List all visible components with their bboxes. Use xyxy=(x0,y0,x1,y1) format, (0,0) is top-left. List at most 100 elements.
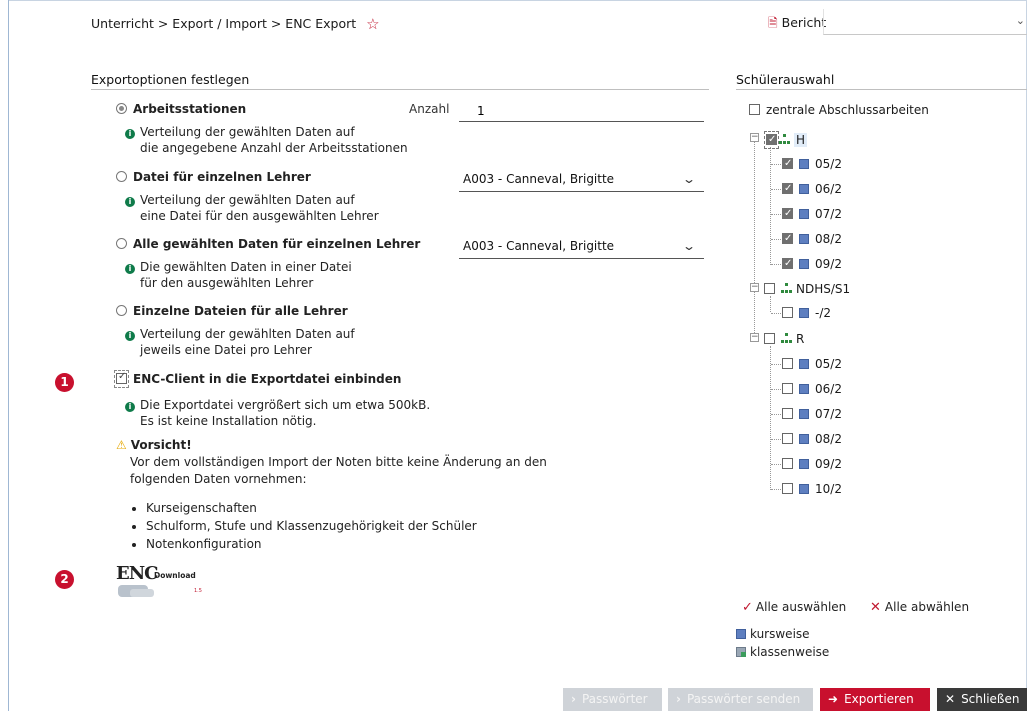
tree-class-row[interactable]: 10/2 xyxy=(782,481,842,497)
class-icon xyxy=(799,484,809,494)
info-icon: i xyxy=(125,129,135,139)
warning-line: folgenden Daten vornehmen: xyxy=(130,472,307,486)
tree-connector xyxy=(771,464,781,465)
chevron-down-icon: ⌄ xyxy=(1015,14,1025,27)
report-label: Bericht xyxy=(781,15,827,30)
report-select[interactable]: ⌄ xyxy=(823,9,1027,35)
collapse-icon[interactable]: − xyxy=(750,283,759,292)
class-checkbox[interactable] xyxy=(782,156,793,172)
info-arbeitsstationen: i Verteilung der gewählten Daten auf die … xyxy=(125,124,408,156)
class-checkbox[interactable] xyxy=(782,256,793,272)
collapse-icon[interactable]: − xyxy=(750,333,759,342)
class-group-icon xyxy=(736,647,746,657)
teacher-select-value: A003 - Canneval, Brigitte xyxy=(463,239,615,253)
zentrale-checkbox[interactable] xyxy=(749,104,760,115)
tree-class-row[interactable]: 08/2 xyxy=(782,431,842,447)
breadcrumb-text[interactable]: Unterricht > Export / Import > ENC Expor… xyxy=(91,16,356,31)
tree-connector xyxy=(771,214,781,215)
zentrale-abschlussarbeiten[interactable]: zentrale Abschlussarbeiten xyxy=(749,102,929,118)
tree-class-row[interactable]: 05/2 xyxy=(782,156,842,172)
class-label: 07/2 xyxy=(815,207,842,221)
option-einzelne-dateien[interactable]: Einzelne Dateien für alle Lehrer xyxy=(116,304,348,318)
button-label: Passwörter senden xyxy=(686,692,801,706)
class-checkbox[interactable] xyxy=(782,206,793,222)
tree-class-row[interactable]: 09/2 xyxy=(782,256,842,272)
class-checkbox[interactable] xyxy=(782,433,793,444)
class-icon xyxy=(799,234,809,244)
tree-group-h[interactable]: H xyxy=(764,131,808,149)
class-checkbox[interactable] xyxy=(782,458,793,469)
group-checkbox[interactable] xyxy=(766,132,777,148)
group-label: H xyxy=(794,133,808,147)
group-checkbox[interactable] xyxy=(764,333,775,344)
enc-client-label: ENC-Client in die Exportdatei einbinden xyxy=(133,372,402,386)
enc-download-logo[interactable]: ENC Download 1.5 xyxy=(116,563,211,605)
group-tree-icon xyxy=(781,283,793,294)
radio-einzelne-dateien[interactable] xyxy=(116,305,127,316)
class-checkbox[interactable] xyxy=(782,408,793,419)
info-datei-lehrer: i Verteilung der gewählten Daten auf eine… xyxy=(125,192,379,224)
class-checkbox[interactable] xyxy=(782,358,793,369)
enc-client-option[interactable]: ENC-Client in die Exportdatei einbinden xyxy=(114,370,401,388)
tree-class-row[interactable]: 08/2 xyxy=(782,231,842,247)
chevron-down-icon: ⌄ xyxy=(681,172,697,186)
deselect-all-link[interactable]: ✕ Alle abwählen xyxy=(870,600,969,615)
tree-class-row[interactable]: 05/2 xyxy=(782,356,842,372)
info-enc-client: i Die Exportdatei vergrößert sich um etwa… xyxy=(125,397,430,429)
radio-alle-daten-lehrer[interactable] xyxy=(116,238,127,249)
class-checkbox[interactable] xyxy=(782,181,793,197)
info-line: Die gewählten Daten in einer Datei xyxy=(140,260,352,274)
class-checkbox[interactable] xyxy=(782,307,793,318)
export-button[interactable]: ➜ Exportieren xyxy=(820,688,930,711)
tree-class-row[interactable]: 06/2 xyxy=(782,181,842,197)
anzahl-input[interactable] xyxy=(459,100,704,122)
student-section-title: Schülerauswahl xyxy=(736,72,835,87)
teacher-select-1[interactable]: A003 - Canneval, Brigitte ⌄ xyxy=(459,170,704,192)
option-datei-lehrer[interactable]: Datei für einzelnen Lehrer xyxy=(116,170,311,184)
option-label: Arbeitsstationen xyxy=(133,102,247,116)
tree-connector xyxy=(771,364,781,365)
class-label: 09/2 xyxy=(815,457,842,471)
teacher-select-2[interactable]: A003 - Canneval, Brigitte ⌄ xyxy=(459,237,704,259)
deselect-all-label: Alle abwählen xyxy=(884,600,970,614)
class-checkbox[interactable] xyxy=(782,483,793,494)
enc-client-checkbox[interactable] xyxy=(116,371,127,384)
tree-class-row[interactable]: 09/2 xyxy=(782,456,842,472)
info-line: Verteilung der gewählten Daten auf xyxy=(140,125,355,139)
info-icon: i xyxy=(125,264,135,274)
tree-class-row[interactable]: 07/2 xyxy=(782,406,842,422)
group-tree-icon xyxy=(781,333,793,344)
group-checkbox[interactable] xyxy=(764,283,775,294)
radio-datei-lehrer[interactable] xyxy=(116,171,127,182)
breadcrumb: Unterricht > Export / Import > ENC Expor… xyxy=(91,14,380,33)
tree-group-r[interactable]: R xyxy=(764,331,804,347)
radio-arbeitsstationen[interactable] xyxy=(116,103,127,114)
export-section-title: Exportoptionen festlegen xyxy=(91,72,250,87)
favorite-star-icon[interactable]: ☆ xyxy=(366,15,379,33)
select-all-link[interactable]: ✓ Alle auswählen xyxy=(742,600,846,615)
chevron-down-icon: ⌄ xyxy=(681,239,697,253)
info-line: für den ausgewählten Lehrer xyxy=(140,276,314,290)
class-label: 10/2 xyxy=(815,482,842,496)
option-alle-daten-lehrer[interactable]: Alle gewählten Daten für einzelnen Lehre… xyxy=(116,237,420,251)
tree-class-row[interactable]: -/2 xyxy=(782,305,831,321)
send-passwords-button[interactable]: › Passwörter senden xyxy=(668,688,813,711)
class-checkbox[interactable] xyxy=(782,231,793,247)
info-line: Verteilung der gewählten Daten auf xyxy=(140,193,355,207)
tree-group-ndhs[interactable]: NDHS/S1 xyxy=(764,281,850,297)
chevron-right-icon: › xyxy=(676,692,681,706)
tree-connector xyxy=(771,164,781,165)
info-line: jeweils eine Datei pro Lehrer xyxy=(140,343,312,357)
class-label: 08/2 xyxy=(815,232,842,246)
close-button[interactable]: ✕ Schließen xyxy=(937,688,1027,711)
option-arbeitsstationen[interactable]: Arbeitsstationen xyxy=(116,102,246,116)
group-label: NDHS/S1 xyxy=(796,282,851,296)
select-all-label: Alle auswählen xyxy=(755,600,847,614)
logo-subtext: Download xyxy=(154,571,196,580)
tree-connector xyxy=(771,414,781,415)
passwords-button[interactable]: › Passwörter xyxy=(563,688,662,711)
collapse-icon[interactable]: − xyxy=(750,133,759,142)
tree-class-row[interactable]: 06/2 xyxy=(782,381,842,397)
class-checkbox[interactable] xyxy=(782,383,793,394)
tree-class-row[interactable]: 07/2 xyxy=(782,206,842,222)
